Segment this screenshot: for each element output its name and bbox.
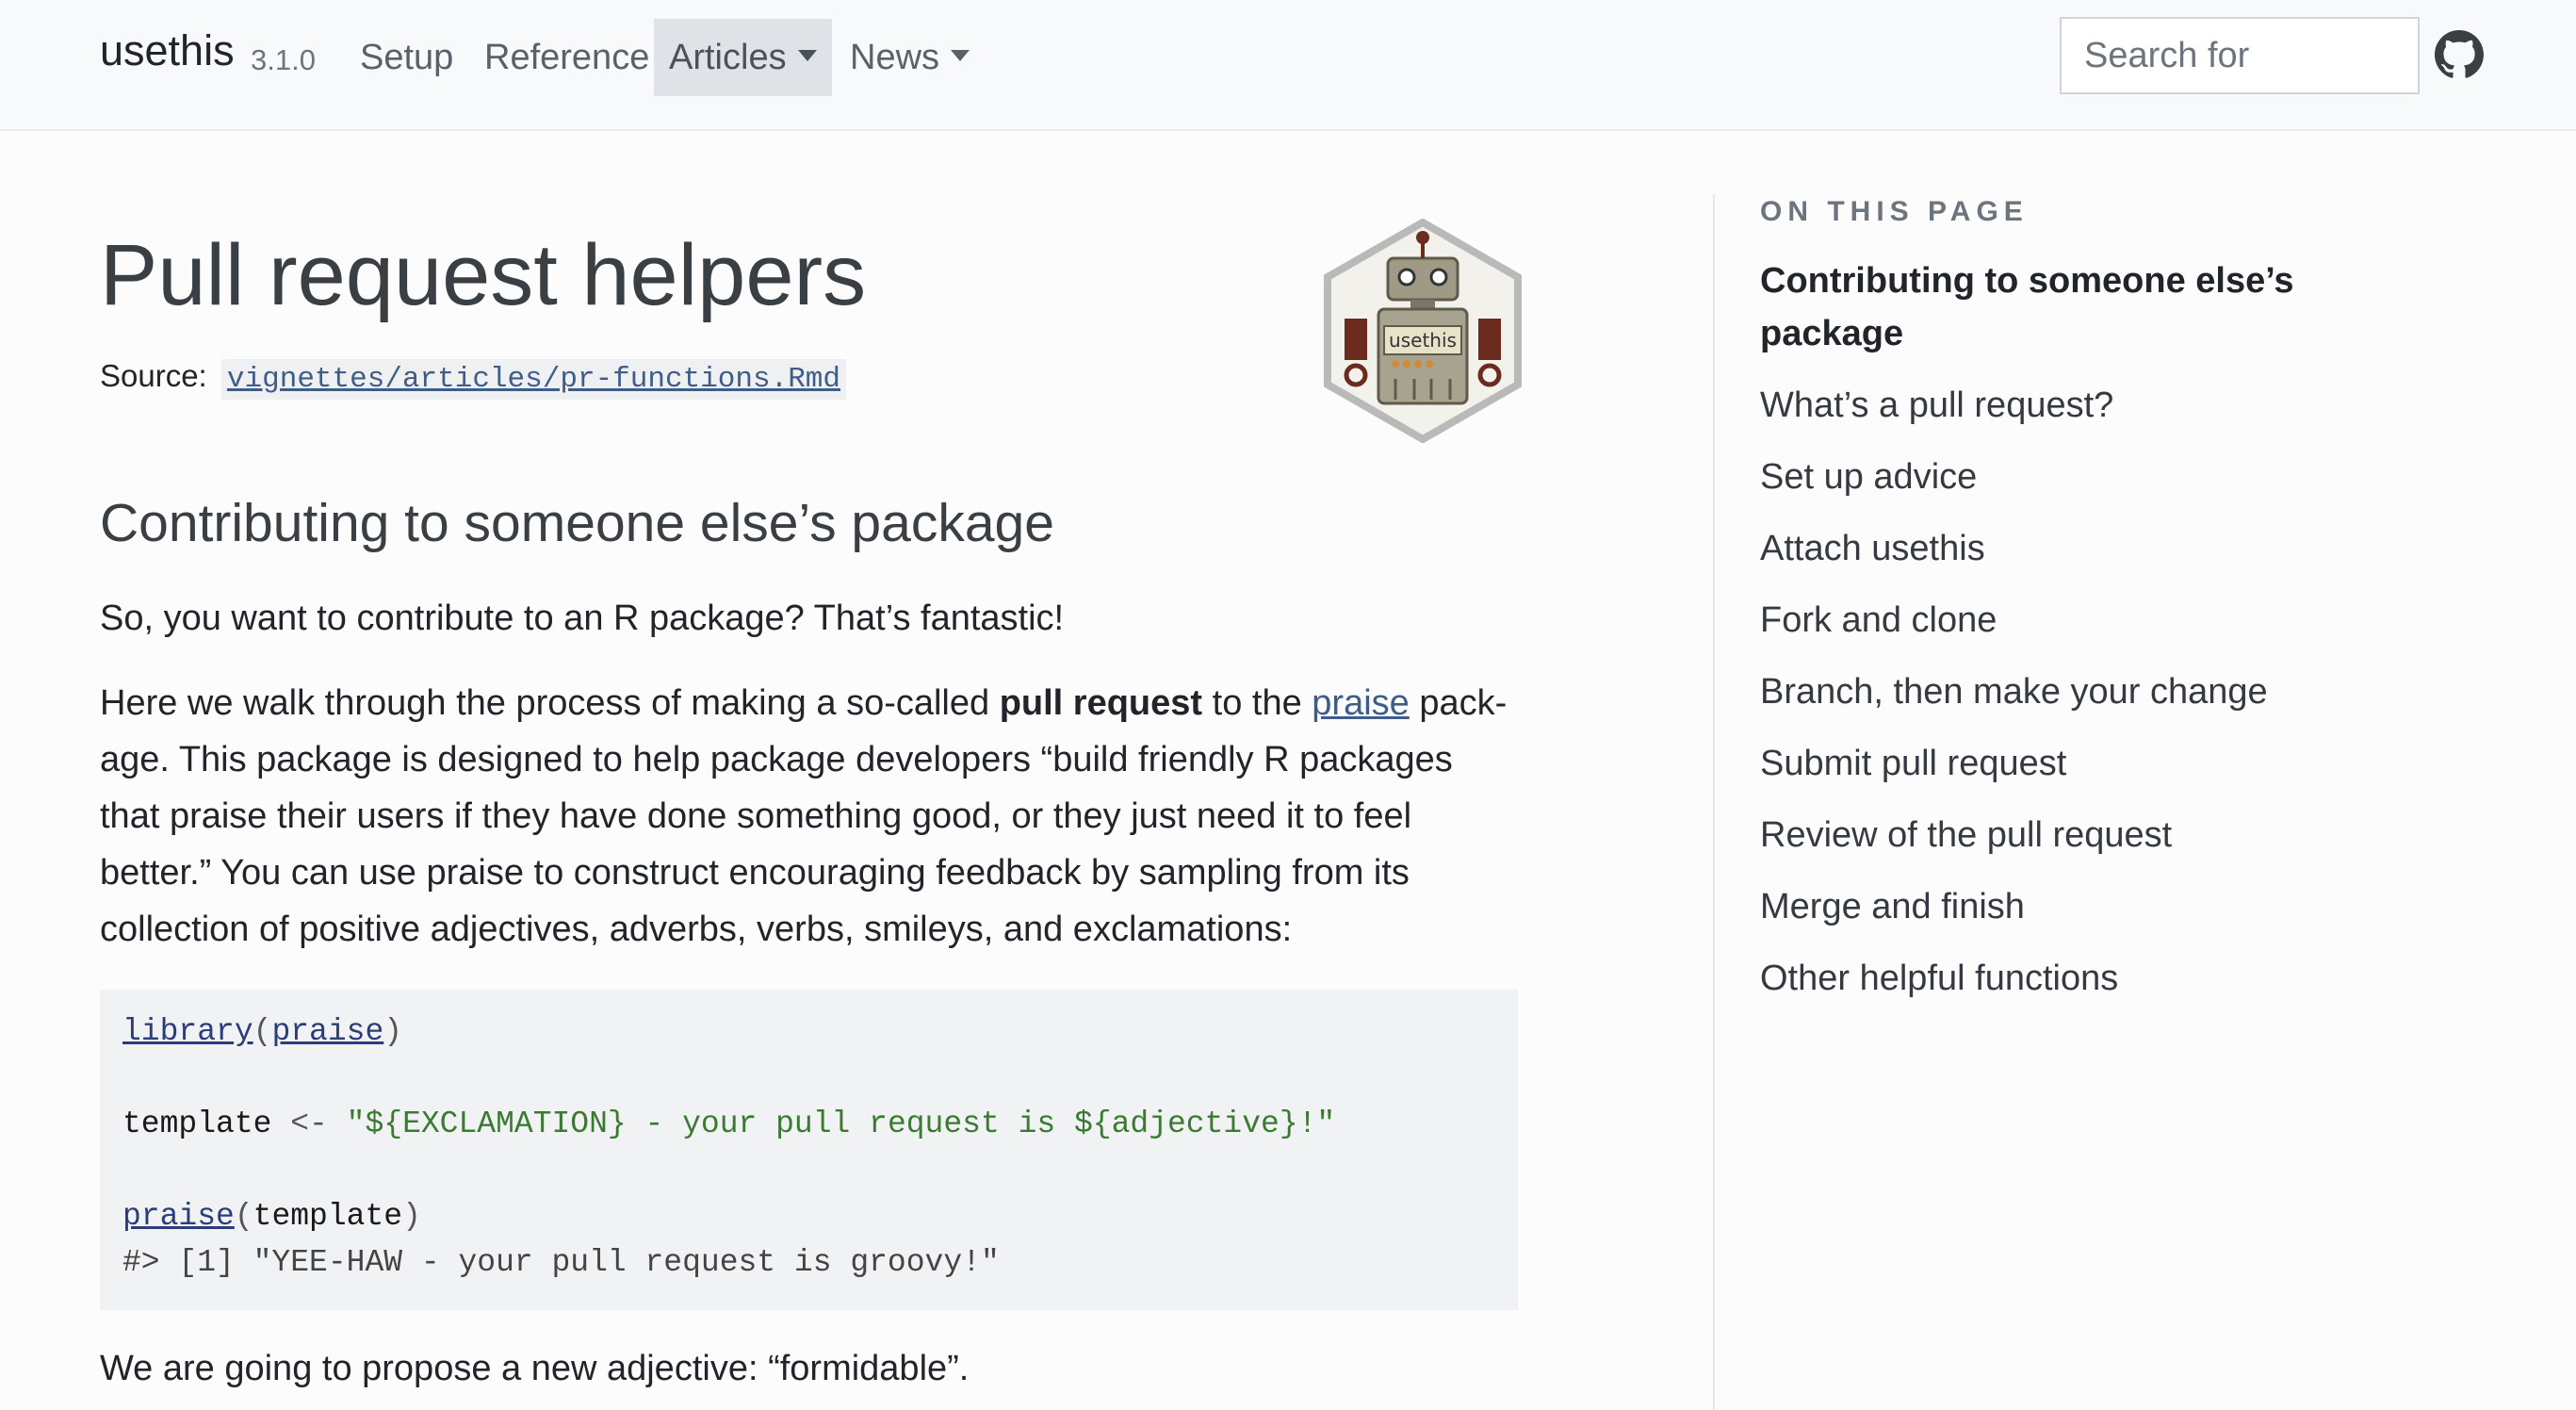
toc-item[interactable]: Attach usethis — [1760, 522, 2344, 575]
nav-reference[interactable]: Reference — [469, 19, 664, 96]
chevron-down-icon — [951, 49, 970, 61]
nav-news-dropdown[interactable]: News — [835, 19, 985, 96]
praise-paragraph-text-2: to the — [1202, 683, 1312, 723]
toc-item[interactable]: Merge and finish — [1760, 880, 2344, 933]
code-output-line: #> [1] "YEE-HAW - your pull request is g… — [122, 1245, 1000, 1280]
code-assign-op: <- — [271, 1107, 347, 1141]
toc-item[interactable]: Fork and clone — [1760, 594, 2344, 647]
toc-item[interactable]: What’s a pull request? — [1760, 379, 2344, 432]
code-fn-link[interactable]: praise — [122, 1199, 235, 1234]
praise-link[interactable]: praise — [1312, 683, 1410, 723]
praise-paragraph-text-3: pack­age. This package is designed to he… — [100, 683, 1508, 949]
github-icon[interactable] — [2435, 30, 2484, 79]
nav-articles-label: Articles — [669, 38, 787, 77]
toc-item[interactable]: Contributing to someone else’s package — [1760, 254, 2344, 360]
page-title: Pull request helpers — [100, 227, 867, 323]
code-line: library(praise) — [122, 1014, 403, 1049]
intro-paragraph: So, you want to contribute to an R packa… — [100, 598, 1065, 638]
code-var: template — [122, 1107, 272, 1141]
version-badge: 3.1.0 — [251, 43, 316, 76]
toc-item[interactable]: Other helpful functions — [1760, 952, 2344, 1005]
nav-setup[interactable]: Setup — [345, 19, 468, 96]
code-arg: template — [253, 1199, 403, 1234]
brand-link[interactable]: usethis — [100, 26, 235, 75]
search-input[interactable] — [2060, 17, 2420, 94]
pull-request-bold: pull request — [999, 683, 1203, 723]
usethis-hex-logo: usethis — [1324, 219, 1522, 443]
code-block[interactable]: library(praise) template <- "${EXCLAMATI… — [100, 990, 1518, 1310]
toc-list: Contributing to someone else’s package W… — [1760, 254, 2344, 1024]
adjective-paragraph: We are going to propose a new adjective:… — [100, 1349, 970, 1388]
code-string: "${EXCLAMATION} - your pull request is $… — [346, 1107, 1336, 1141]
chevron-down-icon — [797, 49, 817, 61]
section-heading: Contributing to someone else’s package — [100, 493, 1054, 553]
code-arg-link[interactable]: praise — [271, 1014, 383, 1049]
source-label: Source: — [100, 358, 207, 393]
toc-item[interactable]: Review of the pull request — [1760, 809, 2344, 861]
logo-text: usethis — [1389, 329, 1457, 352]
nav-news-label: News — [850, 38, 940, 77]
navbar: usethis 3.1.0 Setup Reference Articles N… — [0, 0, 2576, 131]
toc-item[interactable]: Submit pull request — [1760, 737, 2344, 790]
source-link[interactable]: vignettes/articles/pr-functions.Rmd — [227, 363, 840, 396]
sidebar-divider — [1713, 194, 1715, 1410]
code-line: praise(template) — [122, 1199, 421, 1234]
praise-paragraph: Here we walk through the process of maki… — [100, 675, 1518, 958]
toc-item[interactable]: Branch, then make your change — [1760, 665, 2344, 718]
toc-title: ON THIS PAGE — [1760, 196, 2029, 227]
code-line: template <- "${EXCLAMATION} - your pull … — [122, 1101, 1495, 1147]
source-line: Source: vignettes/articles/pr-functions.… — [100, 358, 847, 400]
code-fn-link[interactable]: library — [122, 1014, 253, 1049]
nav-articles-dropdown[interactable]: Articles — [654, 19, 832, 96]
praise-paragraph-text-1: Here we walk through the process of maki… — [100, 683, 1000, 723]
toc-item[interactable]: Set up advice — [1760, 451, 2344, 503]
